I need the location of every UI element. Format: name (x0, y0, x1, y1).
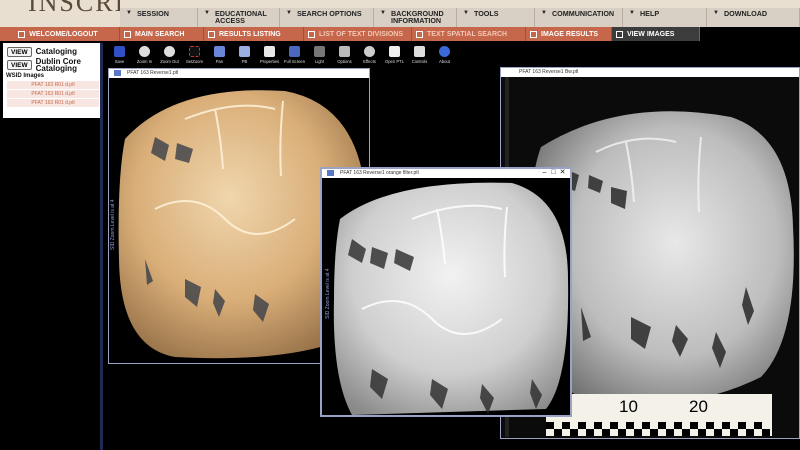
close-icon[interactable]: ✕ (558, 169, 567, 177)
logo-area: INSCRIPTIFACT (0, 0, 120, 28)
window-title: PFAT 163 Reverse1.ptl (127, 70, 179, 76)
scale-label-20: 20 (689, 397, 708, 416)
app-logo: INSCRIPTIFACT (28, 0, 120, 17)
scale-label-10: 10 (619, 397, 638, 416)
chevron-down-icon: ▼ (713, 10, 719, 16)
pb-icon (239, 46, 250, 57)
nav-tools[interactable]: ▼ TOOLS (457, 8, 535, 27)
nav-search-options[interactable]: ▼ SEARCH OPTIONS (280, 8, 374, 27)
image-list-item[interactable]: PFAT 163 R01 d.ptl (7, 81, 99, 90)
open-ptl-icon (389, 46, 400, 57)
chevron-down-icon: ▼ (629, 10, 635, 16)
pb-button[interactable]: PB (232, 44, 257, 70)
top-nav: ▼ SESSION ▼ EDUCATIONAL ACCESS ▼ SEARCH OPT… (120, 8, 800, 27)
chevron-down-icon: ▼ (463, 10, 469, 16)
nav-educational-access[interactable]: ▼ EDUCATIONAL ACCESS (198, 8, 280, 27)
zoom-in-button[interactable]: Zoom In (132, 44, 157, 70)
panel-splitter[interactable] (100, 43, 103, 450)
effects-button[interactable]: Effects (357, 44, 382, 70)
window-title: PFAT 163 Reverse1 orange filter.ptl (340, 170, 419, 176)
image-icon (616, 30, 623, 38)
save-icon (114, 46, 125, 57)
set-zoom-button[interactable]: SetZoom (182, 44, 207, 70)
image-icon (530, 30, 537, 38)
nav-image-results[interactable]: IMAGE RESULTS (526, 27, 612, 41)
window-title: PFAT 163 Reverse1 Bw.ptl (519, 69, 579, 75)
nav-text-spatial-search[interactable]: TEXT SPATIAL SEARCH (412, 27, 526, 41)
window-title-bar[interactable]: PFAT 163 Reverse1 orange filter.ptl – □ … (322, 169, 570, 178)
properties-button[interactable]: Properties (257, 44, 282, 70)
dublin-core-label: Dublin Core Cataloging (35, 56, 81, 73)
window-app-icon (327, 170, 334, 176)
chevron-down-icon: ▼ (541, 10, 547, 16)
zoom-out-icon (164, 46, 175, 57)
light-button[interactable]: Light (307, 44, 332, 70)
image-list-title: WSID Images (6, 73, 45, 79)
nav-list-of-text-divisions[interactable]: LIST OF TEXT DIVISIONS (304, 27, 412, 41)
options-button[interactable]: Options (332, 44, 357, 70)
chevron-down-icon: ▼ (380, 10, 386, 16)
effects-icon (364, 46, 375, 57)
view-dublin-core-button[interactable]: VIEW (7, 59, 32, 70)
controls-icon (414, 46, 425, 57)
window-controls: – □ ✕ (540, 169, 567, 177)
about-button[interactable]: About (432, 44, 457, 70)
zoom-in-icon (139, 46, 150, 57)
nav-results-listing[interactable]: RESULTS LISTING (204, 27, 304, 41)
options-icon (339, 46, 350, 57)
about-icon (439, 46, 450, 57)
maximize-icon[interactable]: □ (549, 169, 558, 177)
light-icon (314, 46, 325, 57)
image-toolbar: Save Zoom In Zoom Out SetZoom Pan PB Pro… (107, 44, 472, 70)
checkbox-icon (124, 30, 131, 38)
scale-ruler: 10 20 (546, 394, 772, 436)
image-list-item[interactable]: PFAT 163 R01 d.ptl (7, 99, 99, 108)
left-panel: VIEW Cataloging VIEW Dublin Core Catalog… (3, 43, 100, 118)
window-app-icon (114, 70, 121, 76)
checker-scale (546, 422, 770, 436)
tablet-image-gray (333, 182, 569, 415)
zoom-level-label: SID Zoom Level is at 4 (325, 268, 331, 319)
chevron-down-icon: ▼ (126, 10, 132, 16)
controls-button[interactable]: Controls (407, 44, 432, 70)
full-screen-button[interactable]: Full Screen (282, 44, 307, 70)
nav-session[interactable]: ▼ SESSION (120, 8, 198, 27)
nav-main-search[interactable]: MAIN SEARCH (120, 27, 204, 41)
cataloging-label: Cataloging (35, 47, 77, 56)
nav-spacer (700, 27, 800, 41)
user-icon (18, 30, 26, 38)
zoom-out-button[interactable]: Zoom Out (157, 44, 182, 70)
image-list-item[interactable]: PFAT 163 R01 d.ptl (7, 90, 99, 99)
pan-hand-icon (214, 46, 225, 57)
view-cataloging-button[interactable]: VIEW (7, 46, 32, 57)
open-ptl-button[interactable]: Open PTL (382, 44, 407, 70)
list-icon (308, 30, 315, 38)
nav-background-information[interactable]: ▼ BACKGROUND INFORMATION (374, 8, 457, 27)
list-icon (208, 30, 215, 38)
nav-welcome-logout[interactable]: WELCOME/LOGOUT (0, 27, 120, 41)
top-strip (120, 0, 800, 8)
zoom-level-label: SID Zoom Level is at 4 (110, 199, 116, 250)
window-title-bar[interactable]: PFAT 163 Reverse1.ptl (109, 69, 369, 78)
nav-help[interactable]: ▼ HELP (623, 8, 707, 27)
window-title-bar[interactable]: PFAT 163 Reverse1 Bw.ptl (501, 68, 799, 77)
full-screen-icon (289, 46, 300, 57)
nav-communication[interactable]: ▼ COMMUNICATION (535, 8, 623, 27)
nav-view-images[interactable]: VIEW IMAGES (612, 27, 700, 41)
nav-download[interactable]: ▼ DOWNLOAD (707, 8, 800, 27)
save-button[interactable]: Save (107, 44, 132, 70)
chevron-down-icon: ▼ (286, 10, 292, 16)
minimize-icon[interactable]: – (540, 169, 549, 177)
dublin-core-tab[interactable]: VIEW Dublin Core Cataloging (7, 56, 99, 73)
image-window-orange-filter[interactable]: PFAT 163 Reverse1 orange filter.ptl – □ … (320, 167, 572, 417)
chevron-down-icon: ▼ (204, 10, 210, 16)
grid-icon (416, 30, 423, 38)
set-zoom-icon (189, 46, 200, 57)
properties-icon (264, 46, 275, 57)
pan-button[interactable]: Pan (207, 44, 232, 70)
secondary-nav: WELCOME/LOGOUT MAIN SEARCH RESULTS LISTI… (0, 27, 700, 41)
